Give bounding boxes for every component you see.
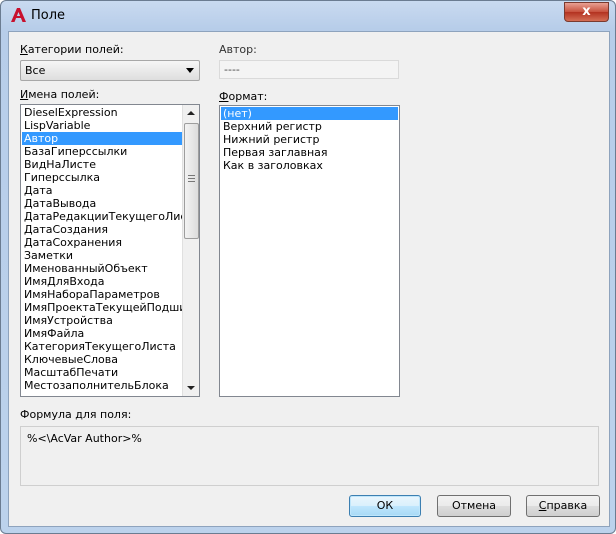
list-item[interactable]: ИмяПроектаТекущейПодшивки bbox=[22, 301, 199, 314]
list-item[interactable]: (нет) bbox=[221, 107, 398, 120]
grip-line bbox=[188, 181, 195, 182]
list-item[interactable]: LispVariable bbox=[22, 119, 182, 132]
list-item[interactable]: Нижний регистр bbox=[221, 133, 398, 146]
list-item[interactable]: Как в заголовках bbox=[221, 159, 398, 172]
title-bar[interactable]: Поле x bbox=[1, 1, 615, 31]
window-title: Поле bbox=[31, 8, 66, 23]
author-label: Автор: bbox=[219, 43, 257, 56]
list-item[interactable]: DieselExpression bbox=[22, 106, 182, 119]
list-item[interactable]: ИмяНабораПараметров bbox=[22, 288, 182, 301]
list-item[interactable]: КатегорияТекущегоЛиста bbox=[22, 340, 182, 353]
list-item[interactable]: ИмяФайла bbox=[22, 327, 182, 340]
list-item[interactable]: БазаГиперссылки bbox=[22, 145, 182, 158]
field-names-label: Имена полей: bbox=[20, 88, 100, 101]
scroll-down-arrow-icon bbox=[187, 386, 195, 390]
list-item[interactable]: ДатаРедакцииТекущегоЛиста bbox=[22, 210, 199, 223]
scroll-down-button[interactable] bbox=[183, 380, 199, 396]
list-item[interactable]: Первая заглавная bbox=[221, 146, 398, 159]
field-names-listbox[interactable]: DieselExpression LispVariable Автор БазаГип… bbox=[20, 104, 200, 397]
scroll-thumb[interactable] bbox=[184, 123, 199, 239]
format-items: (нет) Верхний регистр Нижний регистр Первая… bbox=[221, 107, 398, 172]
field-categories-label: Категории полей: bbox=[20, 43, 124, 56]
field-categories-value: Все bbox=[25, 64, 46, 77]
scroll-up-button[interactable] bbox=[183, 105, 199, 121]
formula-label: Формула для поля: bbox=[20, 408, 132, 421]
help-button[interactable]: Справка bbox=[526, 495, 600, 517]
chevron-down-icon bbox=[186, 68, 194, 73]
formula-value: %<\AcVar Author>% bbox=[27, 432, 142, 445]
grip-line bbox=[188, 175, 195, 176]
dialog-body: Категории полей: Все Автор: ---- Имена п… bbox=[8, 31, 610, 527]
list-item[interactable]: Автор bbox=[22, 132, 182, 145]
dialog-window: Поле x Категории полей: Все Автор: ---- … bbox=[0, 0, 616, 534]
close-button[interactable]: x bbox=[564, 2, 609, 22]
list-item[interactable]: ДатаСохранения bbox=[22, 236, 182, 249]
field-categories-dropdown[interactable]: Все bbox=[20, 60, 200, 81]
list-item[interactable]: ИмяУстройства bbox=[22, 314, 182, 327]
field-names-items: DieselExpression LispVariable Автор БазаГип… bbox=[22, 106, 199, 392]
list-item[interactable]: МестозаполнительБлока bbox=[22, 379, 182, 392]
author-value-field: ---- bbox=[219, 60, 399, 79]
formula-field: %<\AcVar Author>% bbox=[20, 426, 599, 486]
list-item[interactable]: ИменованныйОбъект bbox=[22, 262, 182, 275]
ok-button[interactable]: ОК bbox=[349, 495, 421, 517]
list-item[interactable]: Заметки bbox=[22, 249, 182, 262]
list-item[interactable]: ИмяДляВхода bbox=[22, 275, 182, 288]
autocad-a-icon bbox=[11, 8, 26, 22]
list-item[interactable]: Дата bbox=[22, 184, 182, 197]
cancel-button[interactable]: Отмена bbox=[437, 495, 511, 517]
list-item[interactable]: МасштабПечати bbox=[22, 366, 182, 379]
author-value: ---- bbox=[224, 63, 240, 76]
list-item[interactable]: КлючевыеСлова bbox=[22, 353, 182, 366]
list-item[interactable]: Верхний регистр bbox=[221, 120, 398, 133]
field-names-scrollbar[interactable] bbox=[182, 105, 199, 396]
list-item[interactable]: ВидНаЛисте bbox=[22, 158, 182, 171]
grip-line bbox=[188, 178, 195, 179]
list-item[interactable]: ДатаСоздания bbox=[22, 223, 182, 236]
format-label: Формат: bbox=[219, 90, 268, 103]
close-icon: x bbox=[582, 4, 591, 19]
format-listbox[interactable]: (нет) Верхний регистр Нижний регистр Первая… bbox=[219, 105, 400, 397]
list-item[interactable]: ДатаВывода bbox=[22, 197, 182, 210]
scroll-up-arrow-icon bbox=[187, 111, 195, 115]
list-item[interactable]: Гиперссылка bbox=[22, 171, 182, 184]
